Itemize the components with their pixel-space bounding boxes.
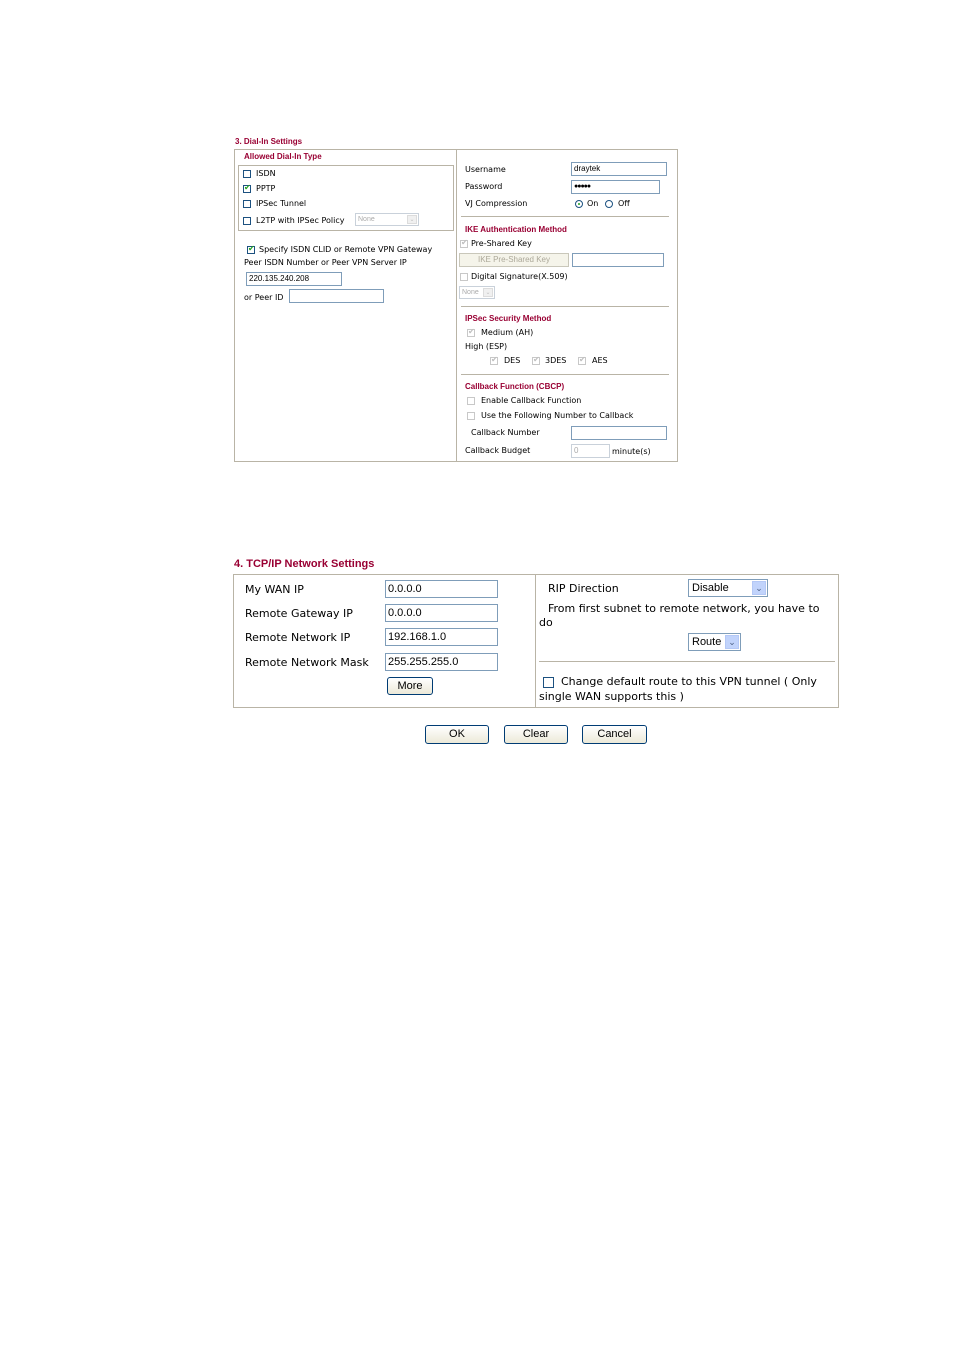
check-icon: ✔ — [461, 238, 468, 247]
digital-signature-select[interactable]: None ⌄ — [459, 286, 495, 299]
l2tp-checkbox[interactable] — [243, 217, 251, 225]
subnet-text-cont: do — [539, 616, 553, 629]
3des-checkbox[interactable]: ✔ — [532, 355, 540, 365]
subnet-text: From first subnet to remote network, you… — [548, 602, 820, 615]
remote-network-ip-label: Remote Network IP — [245, 631, 351, 644]
username-input[interactable]: draytek — [571, 162, 667, 176]
peer-id-label: or Peer ID — [244, 293, 284, 302]
more-button[interactable]: More — [387, 677, 433, 695]
ipsec-tunnel-checkbox[interactable] — [243, 200, 251, 208]
aes-label: AES — [592, 356, 608, 365]
default-route-text: Change default route to this VPN tunnel … — [561, 675, 817, 688]
radio-dot-icon — [578, 203, 580, 205]
vj-on-radio[interactable] — [575, 200, 583, 208]
password-label: Password — [465, 182, 503, 191]
pptp-label: PPTP — [256, 184, 276, 193]
callback-budget-unit: minute(s) — [612, 447, 651, 456]
l2tp-policy-value: None — [358, 216, 375, 223]
specify-gateway-checkbox[interactable]: ✔ — [247, 244, 255, 254]
high-esp-label: High (ESP) — [465, 342, 508, 351]
check-icon: ✔ — [579, 355, 586, 364]
callback-number-label: Callback Number — [471, 428, 540, 437]
vj-on-label: On — [587, 199, 599, 208]
digital-signature-value: None — [462, 289, 479, 296]
rip-direction-label: RIP Direction — [548, 582, 619, 595]
callback-title: Callback Function (CBCP) — [465, 382, 565, 391]
medium-ah-label: Medium (AH) — [481, 328, 534, 337]
remote-network-ip-input[interactable]: 192.168.1.0 — [385, 628, 498, 646]
ike-pre-shared-key-button[interactable]: IKE Pre-Shared Key — [459, 253, 569, 267]
vj-compression-label: VJ Compression — [465, 199, 528, 208]
vj-off-radio[interactable] — [605, 200, 613, 208]
isdn-label: ISDN — [256, 169, 276, 178]
des-checkbox[interactable]: ✔ — [490, 355, 498, 365]
digital-signature-label: Digital Signature(X.509) — [471, 272, 568, 281]
default-route-text-cont: single WAN supports this ) — [539, 690, 684, 703]
enable-callback-checkbox[interactable] — [467, 397, 475, 405]
pre-shared-key-label: Pre-Shared Key — [471, 239, 532, 248]
my-wan-ip-input[interactable]: 0.0.0.0 — [385, 580, 498, 598]
isdn-checkbox[interactable] — [243, 170, 251, 178]
l2tp-label: L2TP with IPSec Policy — [256, 216, 345, 225]
remote-network-mask-input[interactable]: 255.255.255.0 — [385, 653, 498, 671]
remote-gateway-ip-input[interactable]: 0.0.0.0 — [385, 604, 498, 622]
chevron-down-icon: ⌄ — [483, 288, 493, 297]
des-label: DES — [504, 356, 521, 365]
l2tp-policy-select[interactable]: None ⌄ — [355, 213, 419, 226]
use-number-checkbox[interactable] — [467, 412, 475, 420]
use-number-label: Use the Following Number to Callback — [481, 411, 634, 420]
remote-gateway-ip-label: Remote Gateway IP — [245, 607, 353, 620]
divider-line — [539, 661, 835, 662]
divider-line — [461, 374, 669, 375]
cancel-button[interactable]: Cancel — [582, 725, 647, 744]
ipsec-tunnel-label: IPSec Tunnel — [256, 199, 307, 208]
ike-pre-shared-key-input[interactable] — [572, 253, 664, 267]
route-mode-value: Route — [692, 636, 722, 648]
medium-ah-checkbox[interactable]: ✔ — [467, 327, 475, 337]
password-input[interactable]: ●●●●● — [571, 180, 660, 194]
callback-budget-input[interactable]: 0 — [571, 444, 610, 458]
digital-signature-checkbox[interactable] — [460, 273, 468, 281]
check-icon: ✔ — [468, 327, 475, 336]
3des-label: 3DES — [545, 356, 567, 365]
check-icon: ✔ — [248, 244, 255, 253]
check-icon: ✔ — [533, 355, 540, 364]
chevron-down-icon: ⌄ — [725, 635, 739, 649]
divider-line — [461, 216, 669, 217]
peer-server-ip-input[interactable]: 220.135.240.208 — [246, 272, 342, 286]
chevron-down-icon: ⌄ — [752, 581, 766, 595]
route-mode-select[interactable]: Route ⌄ — [688, 633, 741, 651]
peer-id-input[interactable] — [289, 289, 384, 303]
remote-network-mask-label: Remote Network Mask — [245, 656, 369, 669]
specify-gateway-label: Specify ISDN CLID or Remote VPN Gateway — [259, 245, 433, 254]
chevron-down-icon: ⌄ — [407, 215, 417, 224]
allowed-dial-in-title: Allowed Dial-In Type — [244, 152, 322, 161]
enable-callback-label: Enable Callback Function — [481, 396, 582, 405]
rip-direction-select[interactable]: Disable ⌄ — [688, 579, 768, 597]
rip-direction-value: Disable — [692, 582, 729, 594]
aes-checkbox[interactable]: ✔ — [578, 355, 586, 365]
dial-in-section-title: 3. Dial-In Settings — [235, 137, 303, 146]
ike-auth-title: IKE Authentication Method — [465, 225, 567, 234]
tcpip-section-title: 4. TCP/IP Network Settings — [234, 558, 375, 570]
clear-button[interactable]: Clear — [504, 725, 568, 744]
my-wan-ip-label: My WAN IP — [245, 583, 304, 596]
divider-line — [461, 306, 669, 307]
tcpip-divider — [535, 574, 536, 708]
vj-off-label: Off — [618, 199, 630, 208]
callback-budget-label: Callback Budget — [465, 446, 531, 455]
check-icon: ✔ — [244, 183, 251, 192]
default-route-checkbox[interactable] — [543, 677, 554, 688]
pptp-checkbox[interactable]: ✔ — [243, 183, 251, 193]
ipsec-security-title: IPSec Security Method — [465, 314, 552, 323]
ok-button[interactable]: OK — [425, 725, 489, 744]
dial-in-divider — [456, 149, 457, 462]
peer-server-label: Peer ISDN Number or Peer VPN Server IP — [244, 258, 407, 267]
check-icon: ✔ — [491, 355, 498, 364]
username-label: Username — [465, 165, 506, 174]
pre-shared-key-checkbox[interactable]: ✔ — [460, 238, 468, 248]
callback-number-input[interactable] — [571, 426, 667, 440]
